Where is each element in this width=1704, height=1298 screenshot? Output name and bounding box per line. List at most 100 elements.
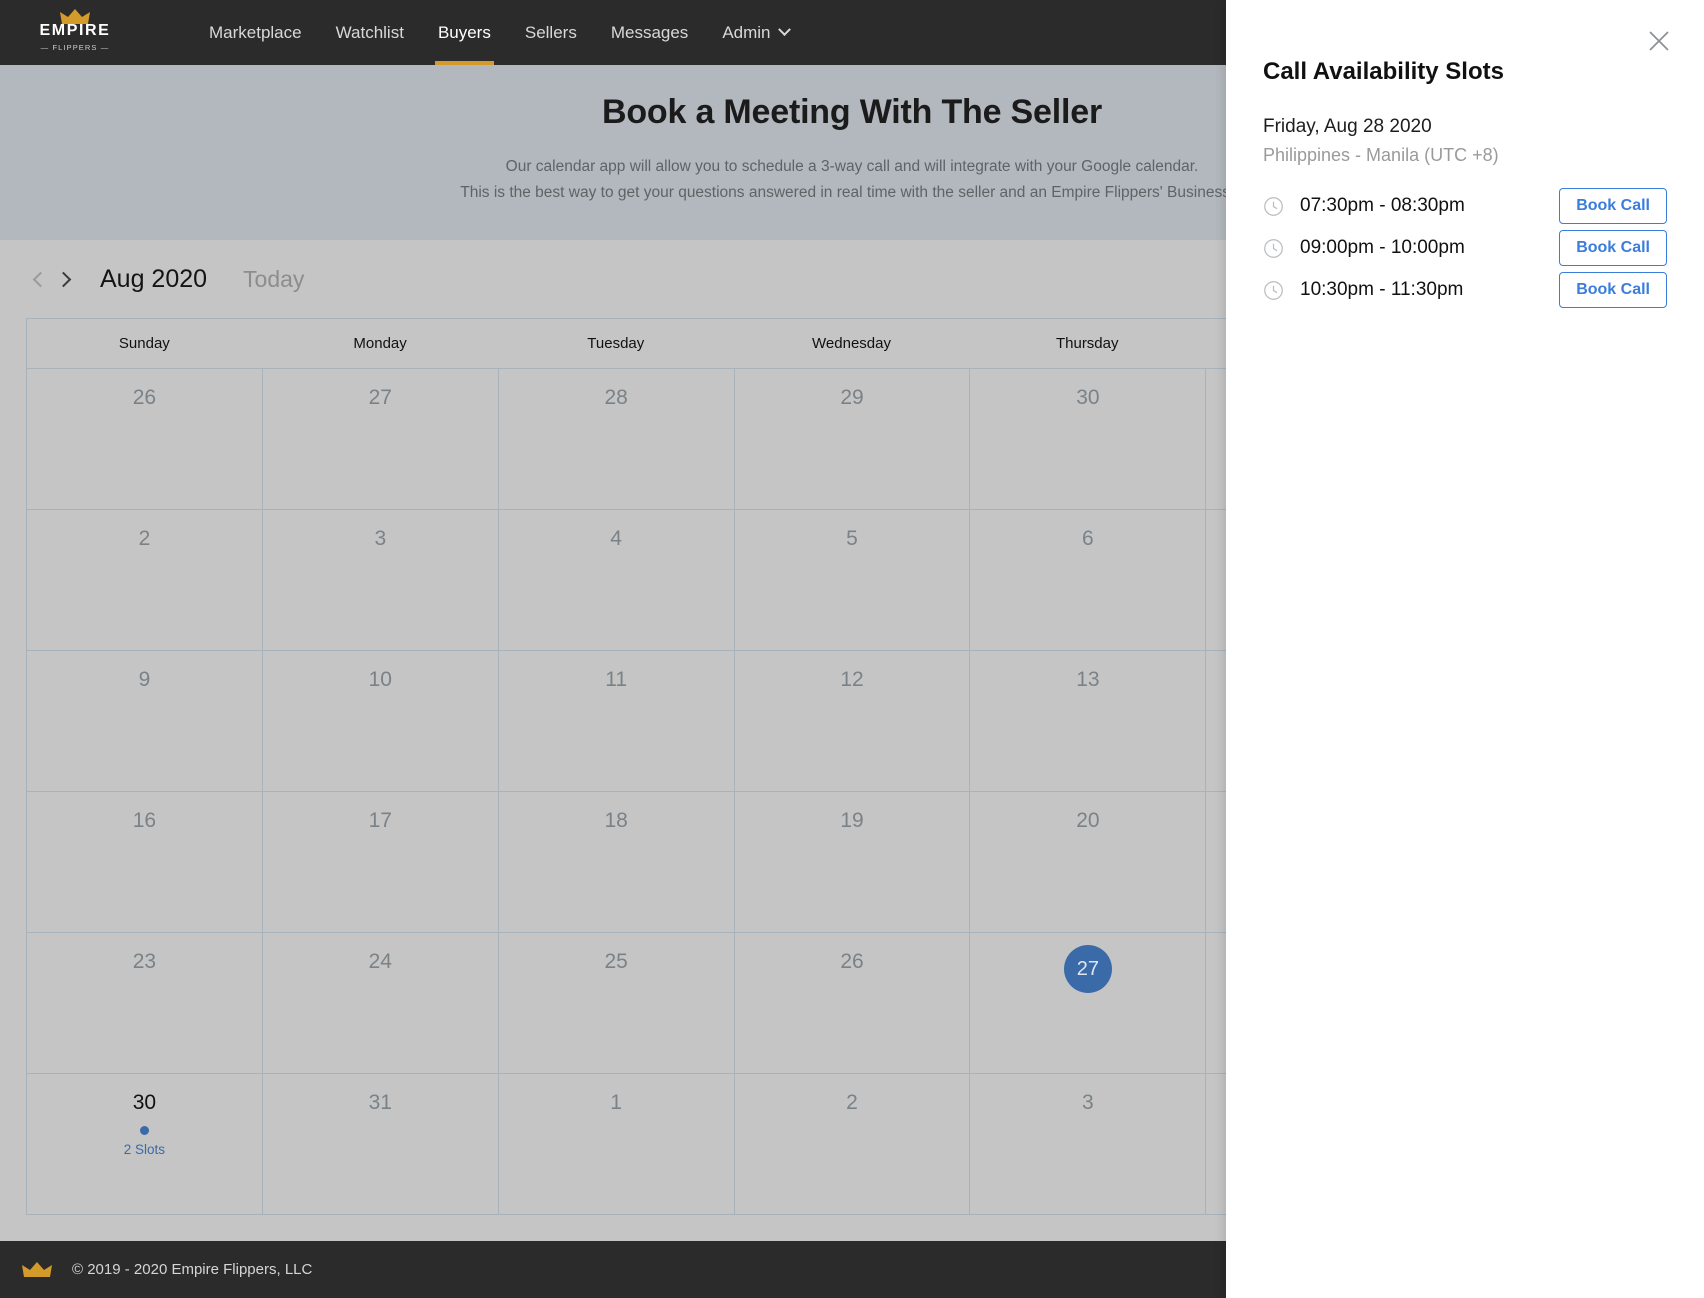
chevron-right-icon (56, 271, 72, 287)
chevron-left-icon (33, 271, 49, 287)
chevron-down-icon (778, 23, 791, 36)
calendar-day-number: 28 (604, 384, 627, 412)
calendar-day-cell[interactable]: 27 (263, 369, 499, 509)
calendar-day-cell[interactable]: 17 (263, 792, 499, 932)
calendar-day-number: 25 (604, 948, 627, 976)
calendar-day-cell[interactable]: 29 (735, 369, 971, 509)
copyright-text: © 2019 - 2020 Empire Flippers, LLC (72, 1261, 312, 1278)
calendar-day-number: 3 (1082, 1089, 1094, 1117)
calendar-day-number: 30 (1076, 384, 1099, 412)
book-call-button[interactable]: Book Call (1559, 188, 1667, 224)
calendar-day-number: 26 (133, 384, 156, 412)
calendar-day-cell[interactable]: 31 (263, 1074, 499, 1214)
hero-line-2: This is the best way to get your questio… (460, 184, 1244, 201)
page-root: EMPIRE — FLIPPERS — Marketplace Watchlist… (0, 0, 1704, 1298)
panel-timezone: Philippines - Manila (UTC +8) (1263, 145, 1499, 166)
slot-list: 07:30pm - 08:30pmBook Call09:00pm - 10:0… (1263, 185, 1667, 311)
calendar-day-number: 24 (369, 948, 392, 976)
calendar-day-number: 20 (1076, 807, 1099, 835)
calendar-day-cell[interactable]: 6 (970, 510, 1206, 650)
calendar-day-cell[interactable]: 28 (499, 369, 735, 509)
nav-item-label: Watchlist (336, 23, 404, 43)
calendar-day-number: 19 (840, 807, 863, 835)
calendar-day-cell[interactable]: 2 (27, 510, 263, 650)
calendar-day-cell[interactable]: 19 (735, 792, 971, 932)
calendar-day-cell[interactable]: 10 (263, 651, 499, 791)
calendar-day-number: 27 (1064, 945, 1112, 993)
calendar-day-cell[interactable]: 20 (970, 792, 1206, 932)
weekday-header-sunday: Sunday (27, 319, 263, 368)
calendar-day-cell[interactable]: 12 (735, 651, 971, 791)
calendar-day-number: 11 (605, 666, 627, 694)
calendar-day-number: 29 (840, 384, 863, 412)
calendar-day-cell[interactable]: 30 (970, 369, 1206, 509)
calendar-day-cell[interactable]: 9 (27, 651, 263, 791)
calendar-day-number: 23 (133, 948, 156, 976)
calendar-day-cell[interactable]: 23 (27, 933, 263, 1073)
calendar-day-cell[interactable]: 11 (499, 651, 735, 791)
nav-item-label: Admin (722, 23, 770, 43)
calendar-day-number: 9 (139, 666, 151, 694)
calendar-day-cell[interactable]: 1 (499, 1074, 735, 1214)
calendar-day-number: 5 (846, 525, 858, 553)
today-button[interactable]: Today (243, 266, 304, 293)
slot-time-label: 10:30pm - 11:30pm (1300, 279, 1463, 301)
calendar-day-number: 2 (846, 1089, 858, 1117)
calendar-day-cell[interactable]: 16 (27, 792, 263, 932)
calendar-day-cell[interactable]: 24 (263, 933, 499, 1073)
clock-icon (1263, 196, 1284, 217)
calendar-day-cell[interactable]: 27 (970, 933, 1206, 1073)
nav-item-sellers[interactable]: Sellers (508, 0, 594, 65)
slot-available-dot-icon (140, 1126, 149, 1135)
calendar-day-number: 16 (133, 807, 156, 835)
calendar-day-cell[interactable]: 30 2 Slots (27, 1074, 263, 1214)
calendar-day-cell[interactable]: 3 (970, 1074, 1206, 1214)
nav-item-messages[interactable]: Messages (594, 0, 705, 65)
calendar-day-number: 1 (610, 1089, 622, 1117)
calendar-day-number: 30 (133, 1089, 156, 1117)
nav-items: Marketplace Watchlist Buyers Sellers Message… (192, 0, 806, 65)
prev-month-button[interactable] (26, 262, 52, 296)
calendar-day-number: 26 (840, 948, 863, 976)
close-button[interactable] (1644, 26, 1674, 56)
calendar-day-cell[interactable]: 25 (499, 933, 735, 1073)
logo-wordmark: EMPIRE (32, 22, 118, 40)
nav-item-marketplace[interactable]: Marketplace (192, 0, 319, 65)
calendar-day-cell[interactable]: 5 (735, 510, 971, 650)
book-call-button[interactable]: Book Call (1559, 272, 1667, 308)
calendar-day-cell[interactable]: 2 (735, 1074, 971, 1214)
nav-item-label: Messages (611, 23, 688, 43)
calendar-day-number: 18 (604, 807, 627, 835)
slot-row: 07:30pm - 08:30pm Book Call (1263, 185, 1667, 227)
calendar-day-cell[interactable]: 18 (499, 792, 735, 932)
calendar-day-number: 27 (369, 384, 392, 412)
nav-item-watchlist[interactable]: Watchlist (319, 0, 421, 65)
slot-time-label: 07:30pm - 08:30pm (1300, 195, 1465, 217)
crown-icon (22, 1261, 52, 1279)
calendar-day-cell[interactable]: 3 (263, 510, 499, 650)
calendar-day-cell[interactable]: 26 (27, 369, 263, 509)
panel-date: Friday, Aug 28 2020 (1263, 116, 1432, 138)
next-month-button[interactable] (52, 262, 78, 296)
clock-icon (1263, 238, 1284, 259)
calendar-day-cell[interactable]: 13 (970, 651, 1206, 791)
logo-subtitle: — FLIPPERS — (32, 43, 118, 52)
calendar-day-cell[interactable]: 26 (735, 933, 971, 1073)
nav-item-label: Marketplace (209, 23, 302, 43)
panel-title: Call Availability Slots (1263, 58, 1504, 86)
book-call-button[interactable]: Book Call (1559, 230, 1667, 266)
weekday-header-tuesday: Tuesday (498, 319, 734, 368)
nav-item-buyers[interactable]: Buyers (421, 0, 508, 65)
slot-row: 10:30pm - 11:30pm Book Call (1263, 269, 1667, 311)
nav-item-label: Buyers (438, 23, 491, 43)
clock-icon (1263, 280, 1284, 301)
call-availability-panel: Call Availability Slots Friday, Aug 28 2… (1226, 0, 1704, 1298)
calendar-day-number: 31 (369, 1089, 392, 1117)
calendar-month-title: Aug 2020 (100, 265, 207, 294)
slot-count-label: 2 Slots (124, 1142, 165, 1157)
nav-item-admin[interactable]: Admin (705, 0, 805, 65)
calendar-day-cell[interactable]: 4 (499, 510, 735, 650)
calendar-day-number: 2 (139, 525, 151, 553)
weekday-header-wednesday: Wednesday (734, 319, 970, 368)
logo[interactable]: EMPIRE — FLIPPERS — (32, 9, 118, 57)
